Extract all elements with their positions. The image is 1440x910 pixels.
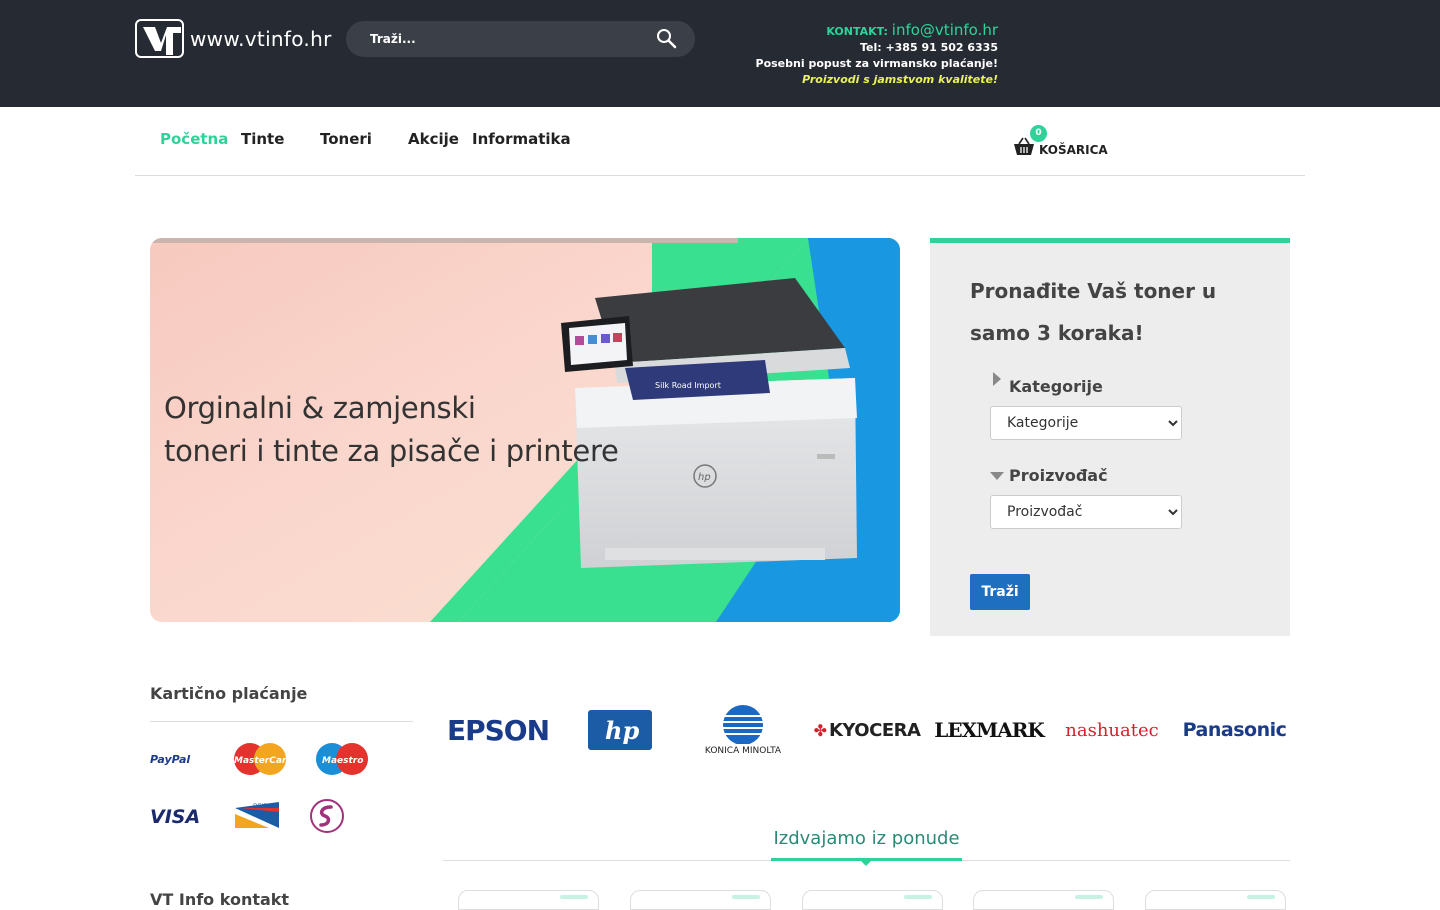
maestro-logo: Maestro xyxy=(314,742,370,780)
cart-label: KOŠARICA xyxy=(1039,143,1108,157)
manufacturer-select[interactable]: Proizvođač xyxy=(990,495,1182,529)
product-card[interactable] xyxy=(1145,890,1286,910)
search-bar xyxy=(346,21,695,57)
finder-title: Pronađite Vaš toner u samo 3 koraka! xyxy=(970,279,1217,345)
printer-paper-text: Silk Road Import xyxy=(655,381,721,390)
toner-finder-panel: Pronađite Vaš toner u samo 3 koraka! Kat… xyxy=(930,238,1290,636)
product-card[interactable] xyxy=(458,890,599,910)
svg-text:MasterCard: MasterCard xyxy=(234,756,288,766)
caret-down-icon xyxy=(990,465,1004,484)
contact-phone[interactable]: Tel: +385 91 502 6335 xyxy=(756,40,998,56)
brand-panasonic[interactable]: Panasonic xyxy=(1179,700,1290,760)
brand-nashuatec[interactable]: nashuatec xyxy=(1057,700,1167,760)
promo-text: Posebni popust za virmansko plaćanje! xyxy=(755,57,998,70)
brand-kyocera[interactable]: ✤ KYOCERA xyxy=(811,700,923,760)
brand-konica-minolta[interactable]: KONICA MINOLTA xyxy=(695,700,791,760)
banner-line-2: toneri i tinte za pisače i printere xyxy=(164,434,619,468)
finder-search-button[interactable]: Traži xyxy=(970,574,1030,610)
svg-text:hp: hp xyxy=(605,716,639,745)
hero-banner[interactable]: Silk Road Import hp Orginalni & zamjensk… xyxy=(150,238,900,622)
contact-info: KONTAKT: info@vtinfo.hr Tel: +385 91 502… xyxy=(756,22,998,88)
contact-email[interactable]: info@vtinfo.hr xyxy=(892,21,998,39)
nav-item-toneri[interactable]: Toneri xyxy=(320,130,372,148)
product-card[interactable] xyxy=(802,890,943,910)
search-icon[interactable] xyxy=(656,28,678,54)
brand-hp[interactable]: hp xyxy=(588,700,652,760)
logo-mark-icon xyxy=(135,19,184,58)
svg-text:VISA: VISA xyxy=(150,806,200,828)
banner-line-1: Orginalni & zamjenski xyxy=(164,391,476,425)
svg-text:Maestro: Maestro xyxy=(322,756,363,766)
banner-headline: Orginalni & zamjenski toneri i tinte za … xyxy=(164,387,619,473)
nav-item-pocetna[interactable]: Početna xyxy=(160,130,228,148)
top-header: www.vtinfo.hr KONTAKT: info@vtinfo.hr Te… xyxy=(0,0,1440,107)
nav-item-informatika[interactable]: Informatika xyxy=(472,130,571,148)
contact-label: KONTAKT: xyxy=(826,25,888,38)
brand-epson[interactable]: EPSON xyxy=(443,700,553,760)
diners-logo xyxy=(309,798,345,838)
svg-text:PayPal: PayPal xyxy=(150,753,190,766)
nav-item-tinte[interactable]: Tinte xyxy=(241,130,284,148)
search-input[interactable] xyxy=(346,21,646,57)
banner-progress-bar xyxy=(150,238,738,243)
caret-right-icon xyxy=(993,371,1001,390)
brand-lexmark[interactable]: LEXMARK xyxy=(934,700,1044,760)
site-logo[interactable]: www.vtinfo.hr xyxy=(135,19,332,58)
product-card[interactable] xyxy=(973,890,1114,910)
printer-brand-text: hp xyxy=(698,472,711,483)
product-card[interactable] xyxy=(630,890,771,910)
nav-item-akcije[interactable]: Akcije xyxy=(408,130,459,148)
payments-title: Kartično plaćanje xyxy=(150,684,308,703)
site-name: www.vtinfo.hr xyxy=(190,26,332,51)
category-select[interactable]: Kategorije xyxy=(990,406,1182,440)
featured-arrow-icon xyxy=(860,860,872,866)
featured-section-title[interactable]: Izdvajamo iz ponude xyxy=(443,828,1290,849)
finder-category-label: Kategorije xyxy=(1009,377,1103,396)
mastercard-logo: MasterCard xyxy=(232,742,293,780)
delta-logo: DELTA xyxy=(235,800,281,834)
payments-divider xyxy=(150,721,413,722)
visa-logo: VISA xyxy=(150,804,206,832)
svg-text:DELTA: DELTA xyxy=(253,803,272,810)
brand-logos-row: EPSON hp KONICA MINOLTA ✤ KYOCERA LEXMAR… xyxy=(443,700,1290,760)
cart-count-badge: 0 xyxy=(1030,125,1047,142)
main-nav: Početna Tinte Toneri Akcije Informatika … xyxy=(135,107,1305,176)
finder-maker-label: Proizvođač xyxy=(1009,466,1108,485)
paypal-logo: PayPal xyxy=(150,750,206,772)
cart-button[interactable]: 0 KOŠARICA xyxy=(1013,125,1108,161)
quality-text: Proizvodi s jamstvom kvalitete! xyxy=(802,73,998,86)
